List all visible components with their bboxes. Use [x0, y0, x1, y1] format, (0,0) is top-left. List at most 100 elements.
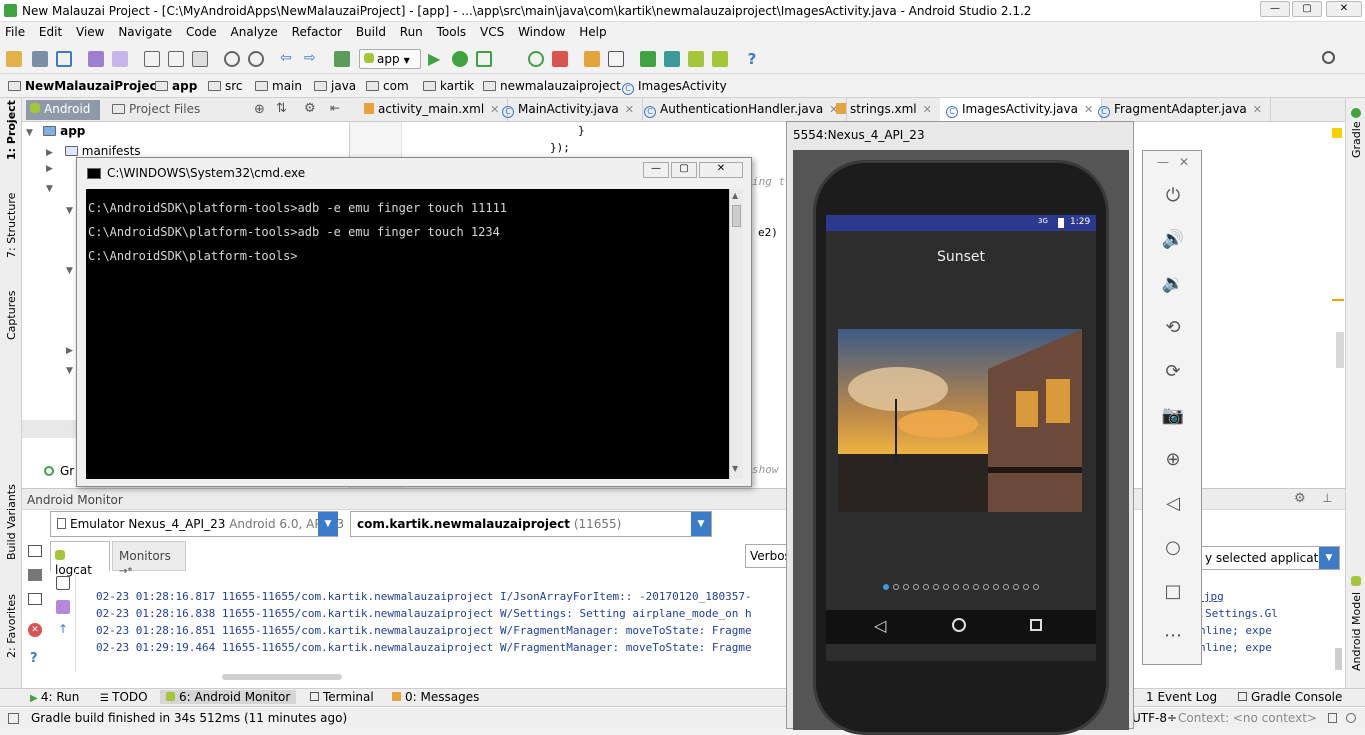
expand-arrow-icon[interactable]: ▼ — [66, 266, 73, 276]
collapse-arrow-icon[interactable]: ▶ — [46, 148, 53, 158]
emulator-window[interactable]: 5554:Nexus_4_API_23 3G 1:29 Sunset ◁ — [786, 121, 1134, 735]
log-vertical-scrollbar[interactable] — [1335, 648, 1342, 670]
expand-arrow-icon[interactable]: ▼ — [66, 206, 73, 216]
sdk-manager-icon[interactable] — [608, 51, 624, 67]
undo-icon[interactable] — [88, 51, 104, 67]
page-dot[interactable] — [923, 584, 929, 590]
lock-icon[interactable] — [1328, 713, 1337, 723]
camera-icon[interactable]: 📷 — [1161, 405, 1185, 426]
tool-window-captures[interactable]: Captures — [5, 291, 18, 340]
collapse-all-icon[interactable]: ⇅ — [276, 101, 287, 116]
page-dot[interactable] — [1003, 584, 1009, 590]
back-icon[interactable]: ⇦ — [280, 51, 296, 67]
tree-row-app[interactable]: ▼ app — [26, 124, 85, 138]
scroll-to-end-icon[interactable] — [56, 600, 70, 614]
redo-icon[interactable] — [112, 51, 128, 67]
menu-navigate[interactable]: Navigate — [113, 22, 177, 39]
menu-edit[interactable]: Edit — [34, 22, 67, 39]
encoding-indicator[interactable]: UTF-8÷ — [1132, 711, 1177, 725]
project-structure-icon[interactable] — [584, 51, 600, 67]
cmd-maximize-button[interactable]: ▢ — [671, 162, 697, 178]
cmd-minimize-button[interactable]: — — [643, 162, 669, 178]
filter-select[interactable]: y selected application ▼ — [1200, 546, 1340, 570]
page-dot[interactable] — [903, 584, 909, 590]
editor-scrollbar[interactable] — [1336, 332, 1344, 368]
rotate-left-icon[interactable]: ⟲ — [1161, 317, 1185, 338]
clear-log-icon[interactable] — [56, 576, 70, 590]
search-icon[interactable] — [1322, 51, 1335, 64]
page-dot[interactable] — [883, 584, 889, 590]
log-horizontal-scrollbar[interactable] — [222, 674, 342, 680]
system-info-icon[interactable] — [28, 593, 42, 605]
tab-activity-main-xml[interactable]: activity_main.xml ✕ — [358, 98, 509, 122]
menu-refactor[interactable]: Refactor — [287, 22, 347, 39]
power-icon[interactable]: ⏻ — [1161, 185, 1185, 206]
cmd-scrollbar[interactable]: ▲ ▼ — [729, 189, 743, 479]
rotate-right-icon[interactable]: ⟳ — [1161, 361, 1185, 382]
terminate-icon[interactable]: ✕ — [28, 623, 42, 637]
log-level-select[interactable]: Verbos — [745, 544, 789, 568]
expand-arrow-icon[interactable]: ▼ — [26, 128, 33, 138]
breadcrumb-item[interactable]: src — [208, 79, 243, 93]
page-dot[interactable] — [953, 584, 959, 590]
page-dot[interactable] — [933, 584, 939, 590]
debug-icon[interactable] — [452, 51, 468, 67]
cmd-console[interactable]: C:\AndroidSDK\platform-tools>adb -e emu … — [86, 189, 729, 479]
close-icon[interactable]: ✕ — [1253, 103, 1262, 116]
chevron-down-icon[interactable]: ▼ — [1319, 547, 1339, 569]
up-arrow-icon[interactable]: ↑ — [58, 622, 68, 636]
page-dot[interactable] — [983, 584, 989, 590]
collapse-arrow-icon[interactable]: ▶ — [66, 346, 73, 356]
page-dot[interactable] — [1033, 584, 1039, 590]
scroll-thumb[interactable] — [732, 205, 741, 227]
menu-vcs[interactable]: VCS — [475, 22, 509, 39]
page-dot[interactable] — [993, 584, 999, 590]
scroll-down-icon[interactable]: ▼ — [732, 464, 738, 473]
attach-debugger-icon[interactable] — [476, 51, 492, 67]
menu-run[interactable]: Run — [395, 22, 428, 39]
menu-file[interactable]: File — [0, 22, 30, 39]
help-icon[interactable]: ? — [30, 651, 38, 666]
home-icon[interactable]: ○ — [1161, 537, 1185, 558]
tab-android-view[interactable]: Android — [26, 100, 100, 120]
page-dot[interactable] — [1023, 584, 1029, 590]
gear-icon[interactable]: ⚙ — [1294, 491, 1306, 506]
close-icon[interactable]: ✕ — [625, 103, 634, 116]
breadcrumb-item[interactable]: newmalauzaiproject — [483, 79, 621, 93]
menu-build[interactable]: Build — [351, 22, 391, 39]
tool-tab-messages[interactable]: 0: Messages — [386, 690, 485, 704]
nav-back-icon[interactable]: ◁ — [874, 616, 886, 635]
sdk-download-icon[interactable] — [712, 51, 728, 67]
expand-arrow-icon[interactable]: ▼ — [66, 366, 73, 376]
android-device-monitor-icon[interactable] — [688, 51, 704, 67]
tab-monitors[interactable]: Monitors →* — [112, 541, 186, 577]
cmd-close-button[interactable]: ✕ — [699, 162, 743, 178]
back-icon[interactable]: ◁ — [1161, 493, 1185, 514]
minimize-button[interactable]: — — [1260, 1, 1290, 17]
minimize-icon[interactable]: — — [1157, 155, 1169, 169]
tool-window-gradle[interactable]: Gradle — [1350, 121, 1363, 158]
menu-code[interactable]: Code — [181, 22, 222, 39]
more-icon[interactable]: ⋯ — [1161, 625, 1185, 646]
close-icon[interactable]: ✕ — [1179, 155, 1189, 169]
page-dot[interactable] — [973, 584, 979, 590]
chevron-down-icon[interactable]: ▼ — [691, 512, 711, 536]
tool-tab-event-log[interactable]: 1 Event Log — [1140, 690, 1223, 704]
maximize-button[interactable]: ▢ — [1292, 1, 1322, 17]
menu-tools[interactable]: Tools — [432, 22, 472, 39]
cut-icon[interactable] — [144, 51, 160, 67]
tool-window-project[interactable]: 1: Project — [5, 100, 18, 160]
scroll-up-icon[interactable]: ▲ — [732, 191, 738, 200]
sync-icon[interactable] — [56, 51, 72, 67]
avd-manager-icon[interactable] — [664, 51, 680, 67]
record-icon[interactable] — [28, 569, 42, 581]
screenshot-icon[interactable] — [28, 545, 42, 557]
sunset-image[interactable] — [838, 329, 1082, 512]
forward-icon[interactable]: ⇨ — [304, 51, 320, 67]
breadcrumb-item[interactable]: java — [314, 79, 356, 93]
tab-project-files[interactable]: Project Files — [112, 102, 200, 116]
tool-window-favorites[interactable]: 2: Favorites — [5, 594, 18, 658]
save-icon[interactable] — [32, 51, 48, 67]
context-indicator[interactable]: Context: <no context> — [1178, 711, 1317, 725]
page-dot[interactable] — [1013, 584, 1019, 590]
